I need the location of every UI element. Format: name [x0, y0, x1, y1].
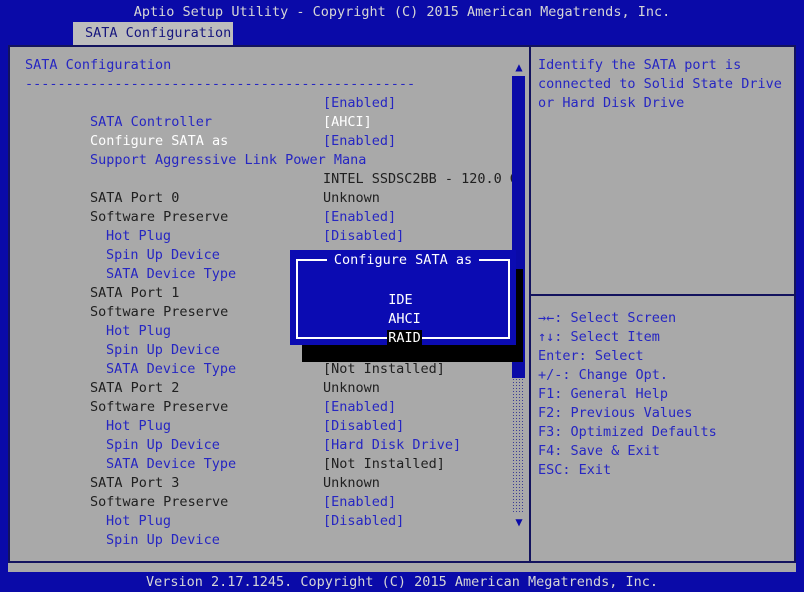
popup-options: IDE AHCI RAID	[306, 272, 422, 329]
key-legend-item: F3: Optimized Defaults	[538, 423, 790, 442]
setting-row[interactable]: Hot Plug [Enabled]	[25, 208, 515, 227]
help-legend-divider	[531, 294, 794, 296]
setting-row[interactable]: Spin Up Device [Disabled]	[25, 227, 515, 246]
setting-row: SATA Port 2 [Not Installed]	[25, 360, 515, 379]
setting-row[interactable]: SATA Controller [Enabled]	[25, 94, 515, 113]
popup-option-label[interactable]: AHCI	[387, 311, 422, 327]
setting-row[interactable]: Configure SATA as [AHCI]	[25, 113, 515, 132]
key-legend-item: +/-: Change Opt.	[538, 366, 790, 385]
help-text-panel: Identify the SATA port isconnected to So…	[538, 56, 790, 113]
tab-row: SATA Configuration	[0, 22, 804, 45]
setting-value: [Not Installed]	[323, 455, 445, 474]
setting-row	[25, 151, 515, 170]
setting-value: Unknown	[323, 379, 380, 398]
setting-row[interactable]: Hot Plug [Enabled]	[25, 493, 515, 512]
setting-row[interactable]: Hot Plug [Enabled]	[25, 398, 515, 417]
scroll-down-icon[interactable]: ▼	[512, 515, 526, 529]
help-text-line: connected to Solid State Drive	[538, 75, 790, 94]
app-title: Aptio Setup Utility - Copyright (C) 2015…	[134, 4, 670, 20]
setting-value: INTEL SSDSC2BB - 120.0 G	[323, 170, 518, 189]
scroll-up-icon[interactable]: ▲	[512, 60, 526, 74]
setting-value: [Enabled]	[323, 493, 396, 512]
setting-row: Software Preserve Unknown	[25, 474, 515, 493]
titlebar: Aptio Setup Utility - Copyright (C) 2015…	[0, 0, 804, 22]
setting-row[interactable]: Spin Up Device [Disabled]	[25, 417, 515, 436]
help-text-line: or Hard Disk Drive	[538, 94, 790, 113]
key-legend-item: F4: Save & Exit	[538, 442, 790, 461]
panel-border-left	[8, 45, 10, 563]
setting-row: Software Preserve Unknown	[25, 379, 515, 398]
key-legend-item: F2: Previous Values	[538, 404, 790, 423]
setting-value: [Disabled]	[323, 417, 404, 436]
popup-option-label[interactable]: IDE	[387, 292, 413, 308]
key-legend-item: Enter: Select	[538, 347, 790, 366]
setting-row: SATA Port 0 INTEL SSDSC2BB - 120.0 G	[25, 170, 515, 189]
key-legend: →←: Select Screen↑↓: Select ItemEnter: S…	[538, 309, 790, 480]
panel-divider	[529, 45, 531, 563]
version-text: Version 2.17.1245. Copyright (C) 2015 Am…	[146, 574, 658, 590]
setting-value: [Disabled]	[323, 512, 404, 531]
setting-value: [Disabled]	[323, 227, 404, 246]
key-legend-item: F1: General Help	[538, 385, 790, 404]
setting-row[interactable]: SATA Device Type [Hard Disk Drive]	[25, 436, 515, 455]
panel-border-top	[8, 45, 796, 47]
popup-option-label[interactable]: RAID	[387, 330, 422, 346]
setting-row[interactable]: Spin Up Device [Disabled]	[25, 512, 515, 531]
main-area: SATA Configuration ---------------------…	[8, 45, 796, 572]
setting-value: [AHCI]	[323, 113, 372, 132]
setting-value: [Enabled]	[323, 94, 396, 113]
panel-border-bottom	[8, 561, 796, 563]
footer-bar: Version 2.17.1245. Copyright (C) 2015 Am…	[0, 572, 804, 592]
tab-sata-configuration[interactable]: SATA Configuration	[73, 22, 233, 45]
setting-value: [Enabled]	[323, 398, 396, 417]
setting-value: [Enabled]	[323, 208, 396, 227]
key-legend-item: →←: Select Screen	[538, 309, 790, 328]
setting-label: Spin Up Device	[106, 532, 220, 548]
setting-value: [Enabled]	[323, 132, 396, 151]
configure-sata-popup: Configure SATA as IDE AHCI RAID	[290, 250, 516, 345]
setting-value: Unknown	[323, 474, 380, 493]
setting-row: SATA Port 3 [Not Installed]	[25, 455, 515, 474]
key-legend-item: ↑↓: Select Item	[538, 328, 790, 347]
setting-row: Software Preserve Unknown	[25, 189, 515, 208]
popup-title: Configure SATA as	[290, 251, 516, 270]
separator-line: ----------------------------------------…	[25, 75, 515, 94]
panel-heading: SATA Configuration	[25, 56, 515, 75]
setting-row[interactable]: Support Aggressive Link Power Mana [Enab…	[25, 132, 515, 151]
scrollbar-track[interactable]	[512, 378, 525, 514]
key-legend-item: ESC: Exit	[538, 461, 790, 480]
popup-option[interactable]: IDE	[306, 272, 422, 291]
help-text-line: Identify the SATA port is	[538, 56, 790, 75]
panel-border-right	[794, 45, 796, 563]
setting-value: Unknown	[323, 189, 380, 208]
setting-value: [Hard Disk Drive]	[323, 436, 461, 455]
